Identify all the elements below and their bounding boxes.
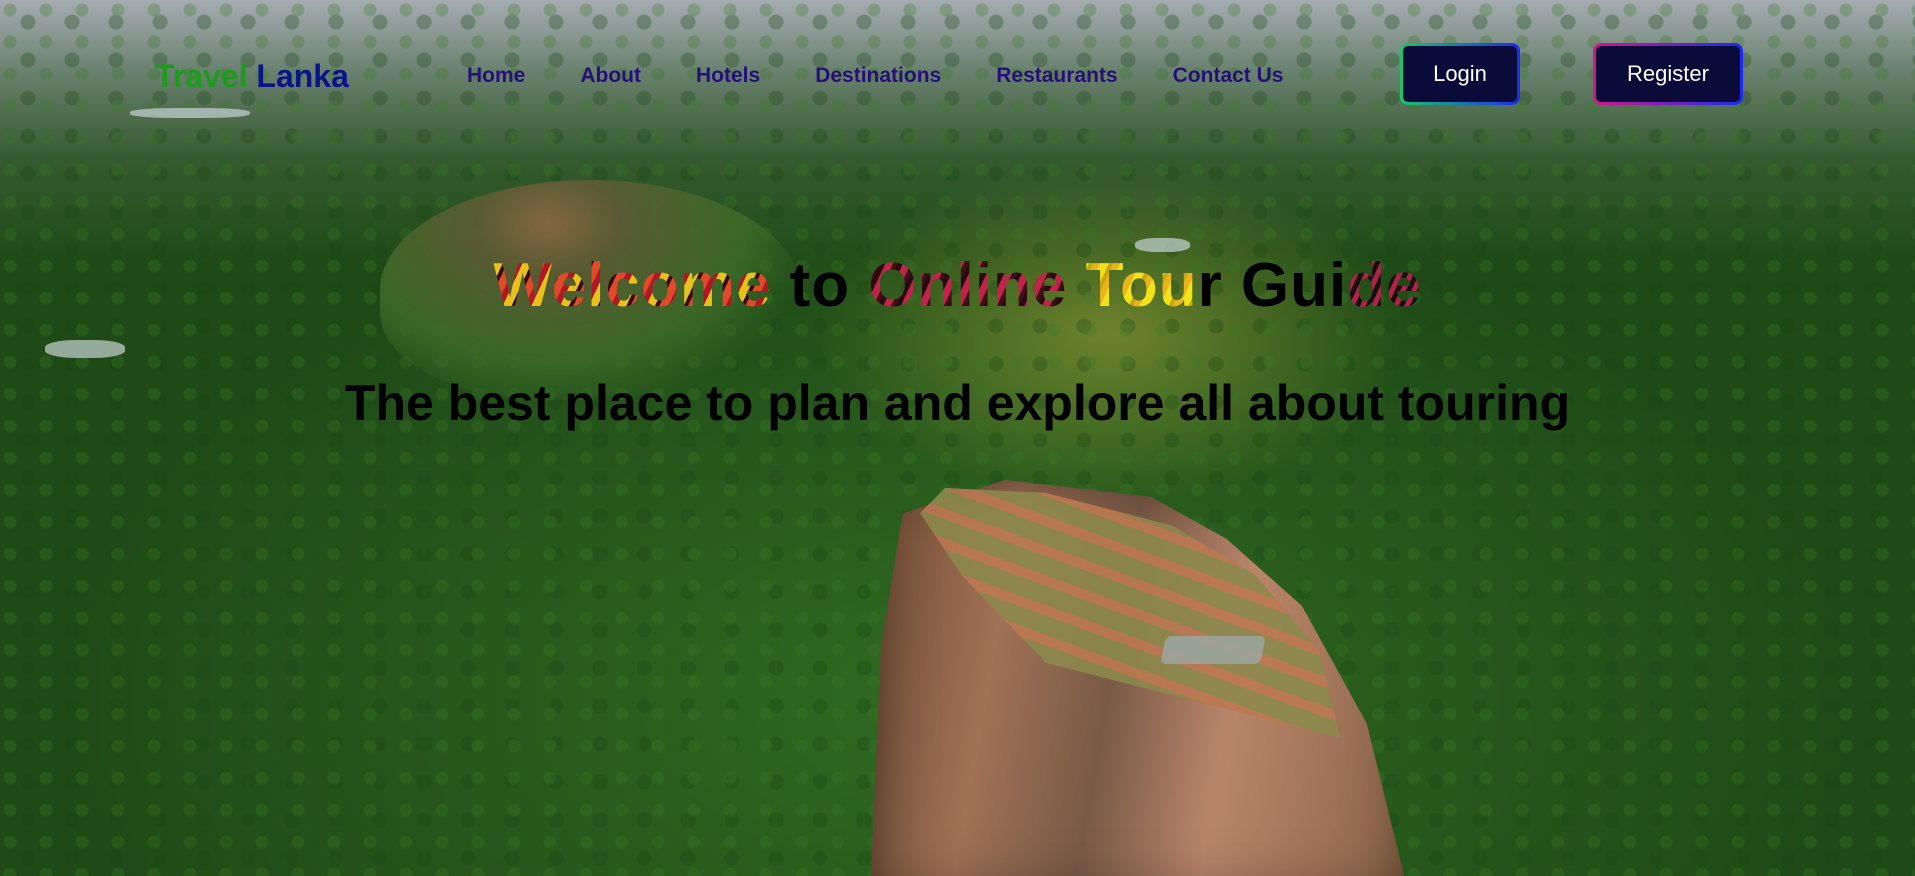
- nav-link-destinations[interactable]: Destinations: [815, 64, 941, 88]
- hero-section: Travel Lanka Home About Hotels Destinati…: [0, 0, 1915, 876]
- hero-headline: Welcome to Online Tour Guide: [0, 250, 1915, 321]
- headline-welcome: Welcome: [493, 251, 772, 320]
- nav-link-restaurants[interactable]: Restaurants: [996, 64, 1117, 88]
- headline-to: to: [771, 251, 869, 320]
- headline-de: de: [1347, 251, 1422, 320]
- rock-pool: [1160, 636, 1266, 664]
- nav-menu: Home About Hotels Destinations Restauran…: [467, 64, 1338, 88]
- nav-link-hotels[interactable]: Hotels: [696, 64, 760, 88]
- headline-space: [1067, 251, 1085, 320]
- site-logo[interactable]: Travel Lanka: [155, 58, 349, 95]
- navbar: Travel Lanka Home About Hotels Destinati…: [0, 40, 1915, 112]
- nav-link-about[interactable]: About: [580, 64, 641, 88]
- lake-image: [45, 340, 125, 358]
- nav-link-contact-us[interactable]: Contact Us: [1173, 64, 1284, 88]
- hero-subheading: The best place to plan and explore all a…: [344, 375, 1571, 431]
- headline-tou: Tou: [1085, 251, 1198, 320]
- nav-link-home[interactable]: Home: [467, 64, 525, 88]
- headline-online: Online: [868, 251, 1068, 320]
- register-button[interactable]: Register: [1593, 43, 1743, 105]
- logo-travel: Travel: [155, 58, 248, 94]
- login-button[interactable]: Login: [1400, 43, 1520, 105]
- logo-lanka: Lanka: [256, 58, 349, 94]
- headline-r-gui: r Gui: [1197, 251, 1348, 320]
